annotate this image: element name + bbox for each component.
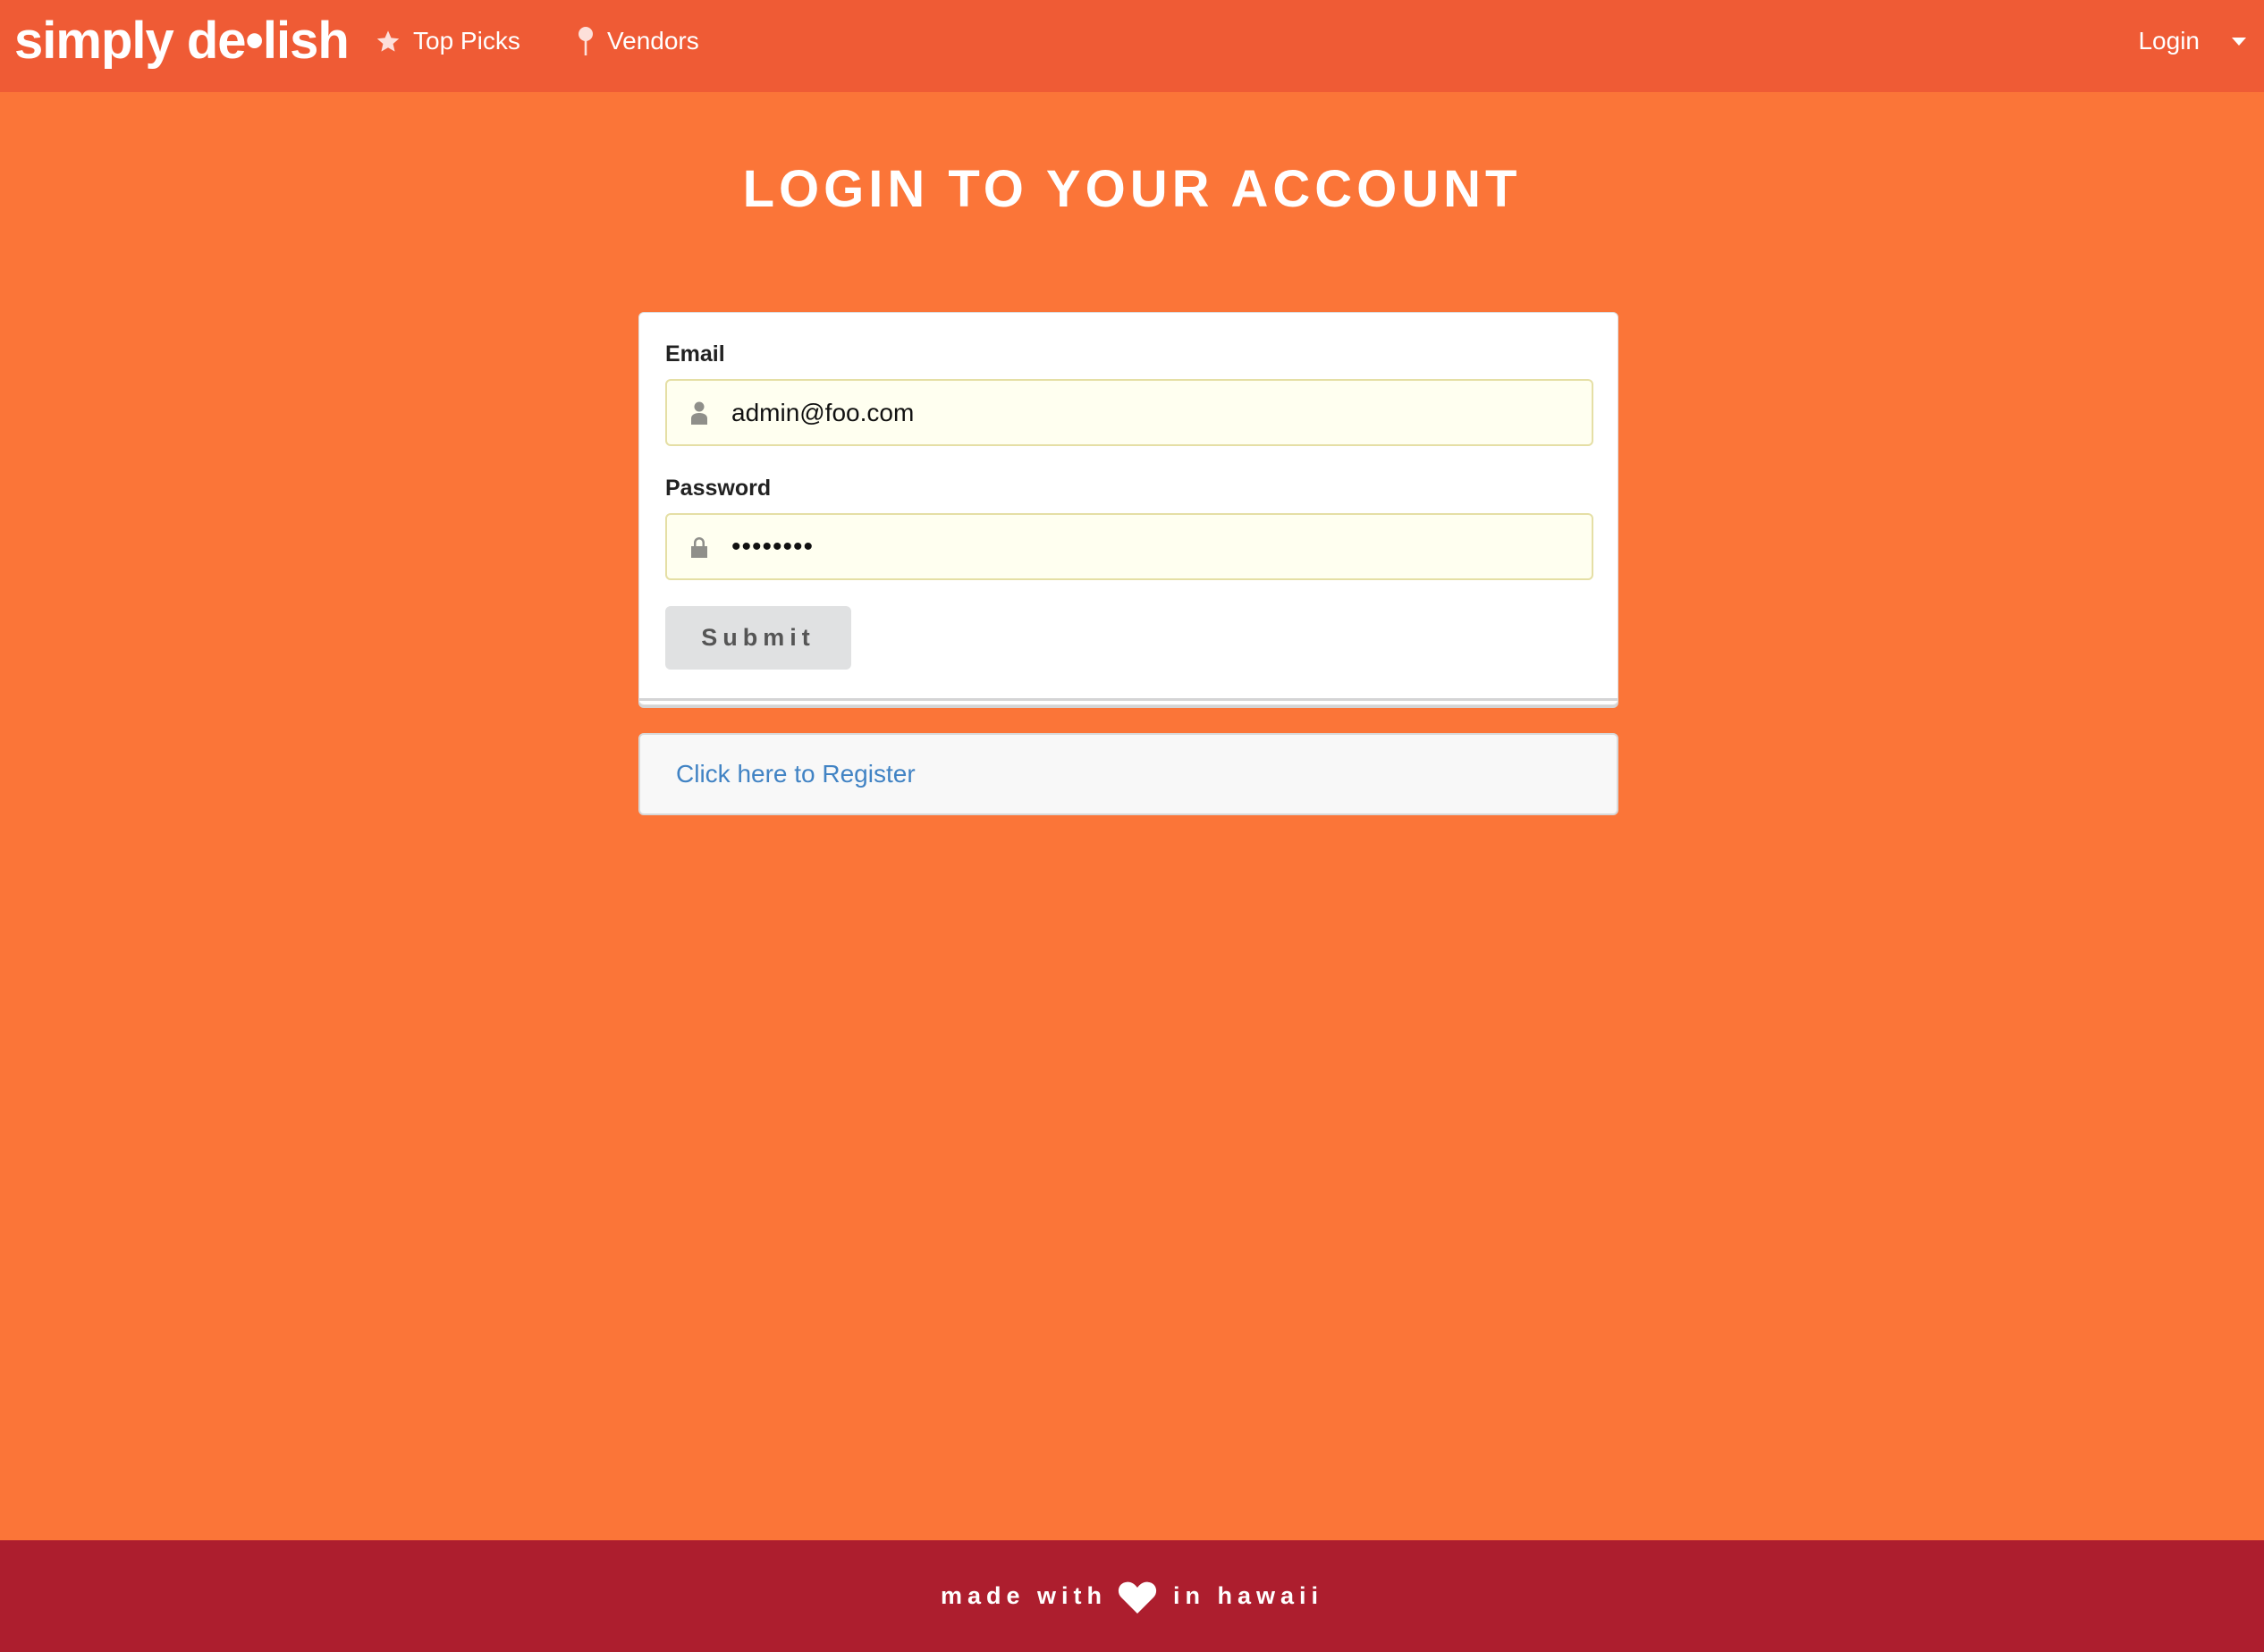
caret-down-icon xyxy=(2232,37,2246,46)
email-field-wrapper xyxy=(665,379,1593,446)
footer-text-after: in hawaii xyxy=(1173,1582,1324,1609)
email-input[interactable] xyxy=(730,397,1538,428)
user-icon xyxy=(691,401,707,425)
password-input[interactable] xyxy=(730,530,1538,563)
password-field-wrapper xyxy=(665,513,1593,580)
map-pin-icon xyxy=(579,27,593,55)
star-icon xyxy=(376,30,400,52)
nav-vendors-label: Vendors xyxy=(607,27,699,55)
page-title: LOGIN TO YOUR ACCOUNT xyxy=(742,160,1522,218)
password-label: Password xyxy=(665,476,772,501)
nav-vendors[interactable]: Vendors xyxy=(577,23,699,59)
nav-top-picks[interactable]: Top Picks xyxy=(376,23,520,59)
register-panel: Click here to Register xyxy=(638,733,1618,815)
register-link[interactable]: Click here to Register xyxy=(676,760,916,788)
submit-button[interactable]: Submit xyxy=(665,606,851,670)
login-dropdown[interactable]: Login xyxy=(2138,23,2246,59)
email-label: Email xyxy=(665,341,725,367)
navbar: simply de•lish Top Picks Vendors Login xyxy=(0,0,2264,92)
login-label: Login xyxy=(2138,27,2200,55)
login-form: Email Password Submit xyxy=(638,312,1618,705)
footer-text-before: made with xyxy=(940,1582,1107,1609)
lock-icon xyxy=(691,536,707,558)
brand-logo[interactable]: simply de•lish xyxy=(14,9,350,73)
footer: made with in hawaii xyxy=(0,1540,2264,1652)
heart-icon xyxy=(1118,1581,1157,1614)
nav-top-picks-label: Top Picks xyxy=(413,27,520,55)
